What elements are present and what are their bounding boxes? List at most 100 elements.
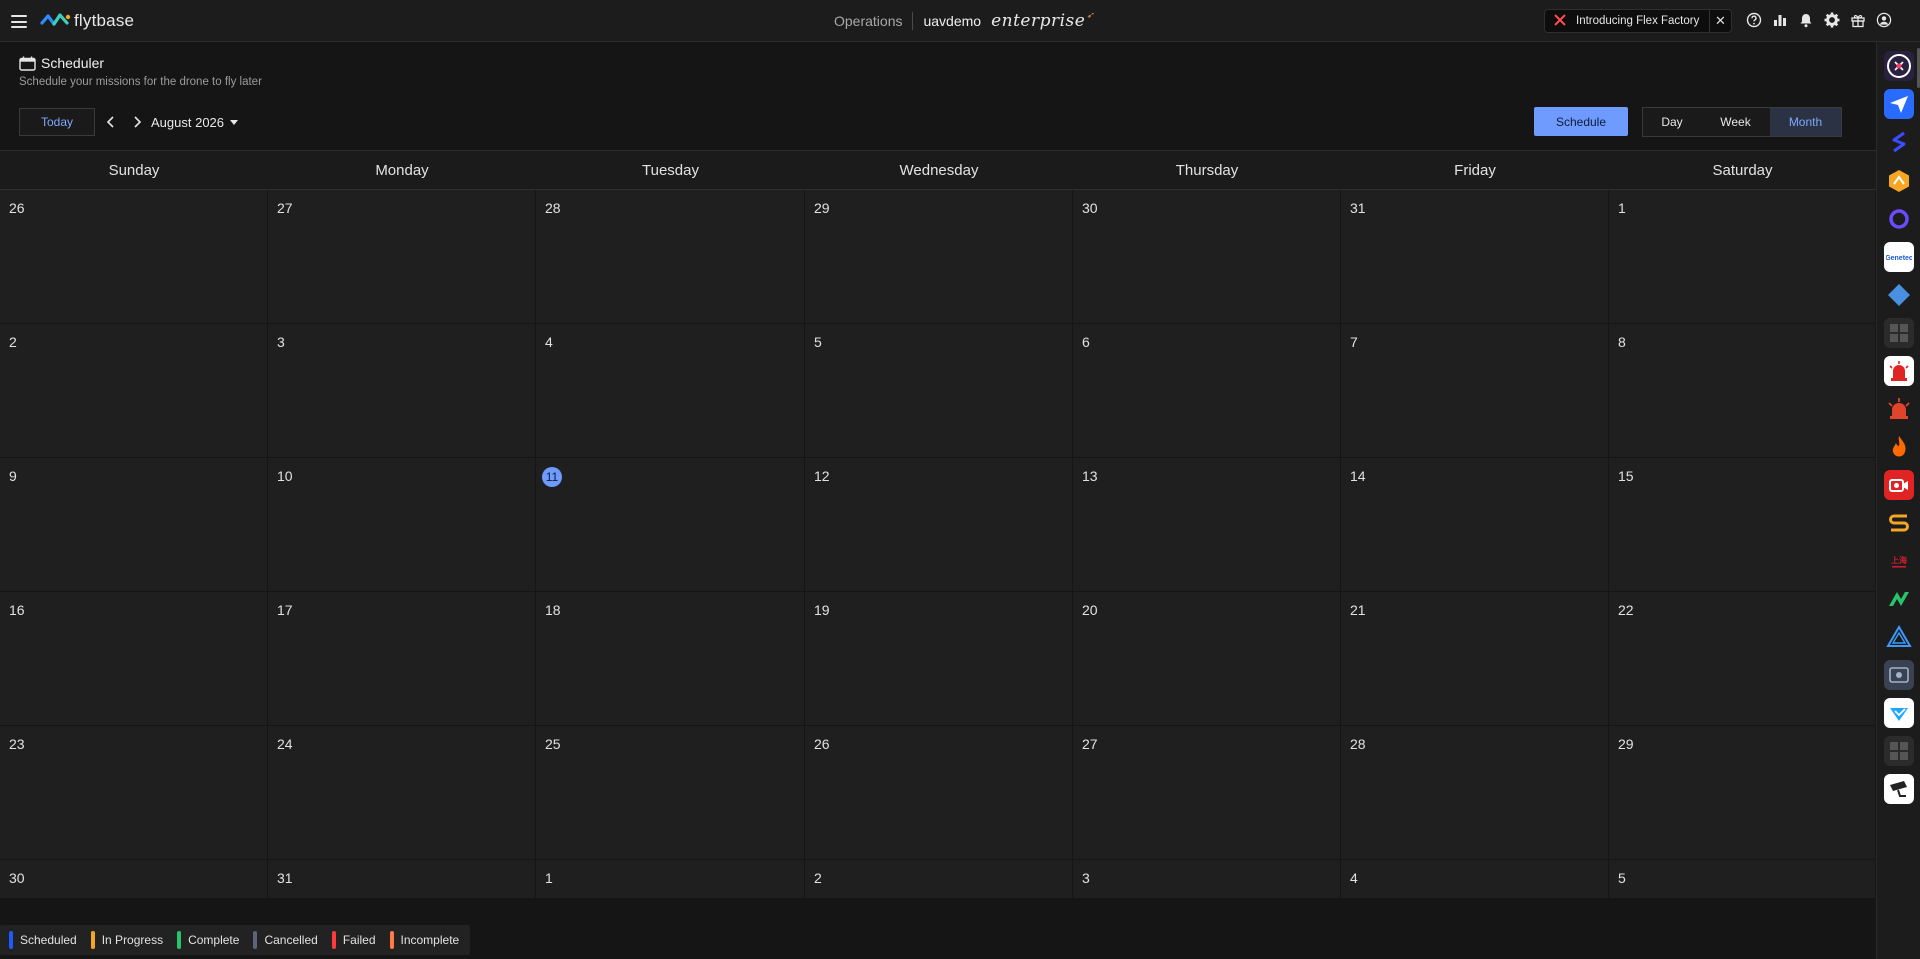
dark-device-app-icon[interactable]: [1884, 660, 1914, 690]
triangle-app-icon[interactable]: [1884, 622, 1914, 652]
brand-red-app-icon[interactable]: 上海: [1884, 546, 1914, 576]
help-icon[interactable]: [1745, 11, 1763, 29]
day-cell[interactable]: 31: [268, 860, 536, 898]
drone-app-icon[interactable]: [1884, 51, 1914, 81]
close-icon[interactable]: ✕: [1709, 10, 1731, 32]
bell-icon[interactable]: [1797, 11, 1815, 29]
day-cell[interactable]: 22: [1609, 592, 1876, 726]
legend-label: Failed: [342, 933, 376, 947]
date-number: 5: [814, 334, 822, 350]
day-cell[interactable]: 8: [1609, 324, 1876, 458]
legend-swatch: [177, 931, 182, 949]
month-select[interactable]: August 2026: [151, 115, 239, 130]
day-cell[interactable]: 24: [268, 726, 536, 860]
day-cell[interactable]: 27: [1073, 726, 1341, 860]
day-cell[interactable]: 1: [1609, 190, 1876, 324]
brand-logo[interactable]: flytbase: [40, 11, 134, 31]
day-cell[interactable]: 21: [1341, 592, 1609, 726]
day-cell[interactable]: 9: [0, 458, 268, 592]
day-cell[interactable]: 20: [1073, 592, 1341, 726]
date-number: 26: [9, 200, 25, 216]
day-cell[interactable]: 28: [1341, 726, 1609, 860]
day-cell[interactable]: 3: [268, 324, 536, 458]
siren-app-icon[interactable]: [1884, 356, 1914, 386]
day-cell[interactable]: 15: [1609, 458, 1876, 592]
weekday-friday: Friday: [1454, 161, 1496, 179]
day-cell[interactable]: 5: [805, 324, 1073, 458]
day-cell[interactable]: 19: [805, 592, 1073, 726]
day-cell[interactable]: 13: [1073, 458, 1341, 592]
gift-icon[interactable]: [1849, 11, 1867, 29]
day-cell[interactable]: 27: [268, 190, 536, 324]
day-cell[interactable]: 3: [1073, 860, 1341, 898]
camera-app-icon[interactable]: [1884, 470, 1914, 500]
green-a-app-icon[interactable]: [1884, 584, 1914, 614]
day-cell[interactable]: 30: [1073, 190, 1341, 324]
blue-check-app-icon[interactable]: [1884, 698, 1914, 728]
analytics-icon[interactable]: [1771, 11, 1789, 29]
date-number: 31: [1350, 200, 1366, 216]
view-week-button[interactable]: Week: [1701, 108, 1770, 136]
legend-label: Complete: [188, 933, 240, 947]
date-number: 17: [277, 602, 293, 618]
cctv-app-icon[interactable]: [1884, 774, 1914, 804]
day-cell[interactable]: 30: [0, 860, 268, 898]
date-number: 10: [277, 468, 293, 484]
day-cell[interactable]: 10: [268, 458, 536, 592]
flame-app-icon[interactable]: [1884, 432, 1914, 462]
day-cell[interactable]: 1: [536, 860, 805, 898]
day-cell[interactable]: 5: [1609, 860, 1876, 898]
day-cell[interactable]: 23: [0, 726, 268, 860]
date-number: 23: [9, 736, 25, 752]
day-cell[interactable]: 28: [536, 190, 805, 324]
day-cell[interactable]: 11: [536, 458, 805, 592]
ring-app-icon[interactable]: [1884, 204, 1914, 234]
view-day-button[interactable]: Day: [1643, 108, 1701, 136]
user-icon[interactable]: [1875, 11, 1893, 29]
day-cell[interactable]: 14: [1341, 458, 1609, 592]
s-logo-app-icon[interactable]: [1884, 508, 1914, 538]
day-cell[interactable]: 6: [1073, 324, 1341, 458]
weekday-sunday: Sunday: [108, 161, 160, 179]
date-number: 28: [545, 200, 561, 216]
day-cell[interactable]: 25: [536, 726, 805, 860]
date-number: 7: [1350, 334, 1358, 350]
day-cell[interactable]: 18: [536, 592, 805, 726]
day-cell[interactable]: 4: [1341, 860, 1609, 898]
day-cell[interactable]: 26: [0, 190, 268, 324]
org-name[interactable]: uavdemo: [923, 13, 981, 29]
calendar-toolbar: Today August 2026: [19, 108, 239, 136]
today-button[interactable]: Today: [19, 108, 95, 136]
day-cell[interactable]: 31: [1341, 190, 1609, 324]
genetec-app-icon[interactable]: Genetec: [1884, 242, 1914, 272]
day-cell[interactable]: 29: [1609, 726, 1876, 860]
day-cell[interactable]: 29: [805, 190, 1073, 324]
today-date-number: 11: [542, 467, 562, 487]
day-cell[interactable]: 7: [1341, 324, 1609, 458]
view-toggle: Day Week Month: [1642, 107, 1842, 137]
next-month-button[interactable]: [129, 114, 145, 130]
day-cell[interactable]: 12: [805, 458, 1073, 592]
day-cell[interactable]: 2: [0, 324, 268, 458]
nav-section-label[interactable]: Operations: [834, 13, 902, 29]
promo-banner[interactable]: Introducing Flex Factory ✕: [1544, 9, 1732, 33]
schedule-button[interactable]: Schedule: [1534, 107, 1628, 136]
day-cell[interactable]: 16: [0, 592, 268, 726]
previous-month-button[interactable]: [103, 114, 119, 130]
day-cell[interactable]: 4: [536, 324, 805, 458]
status-legend: Scheduled In Progress Complete Cancelled Fai…: [0, 925, 471, 955]
blue-s-app-icon[interactable]: [1884, 127, 1914, 157]
send-app-icon[interactable]: [1884, 89, 1914, 119]
view-month-button[interactable]: Month: [1770, 108, 1841, 136]
diamond-app-icon[interactable]: [1884, 280, 1914, 310]
menu-icon[interactable]: [11, 15, 27, 28]
day-cell[interactable]: 26: [805, 726, 1073, 860]
gear-icon[interactable]: [1823, 11, 1841, 29]
grid-app-icon-2[interactable]: [1884, 736, 1914, 766]
day-cell[interactable]: 2: [805, 860, 1073, 898]
calendar-icon: [19, 56, 36, 71]
day-cell[interactable]: 17: [268, 592, 536, 726]
alarm-app-icon[interactable]: [1884, 394, 1914, 424]
orange-hex-app-icon[interactable]: [1884, 166, 1914, 196]
grid-app-icon[interactable]: [1884, 318, 1914, 348]
